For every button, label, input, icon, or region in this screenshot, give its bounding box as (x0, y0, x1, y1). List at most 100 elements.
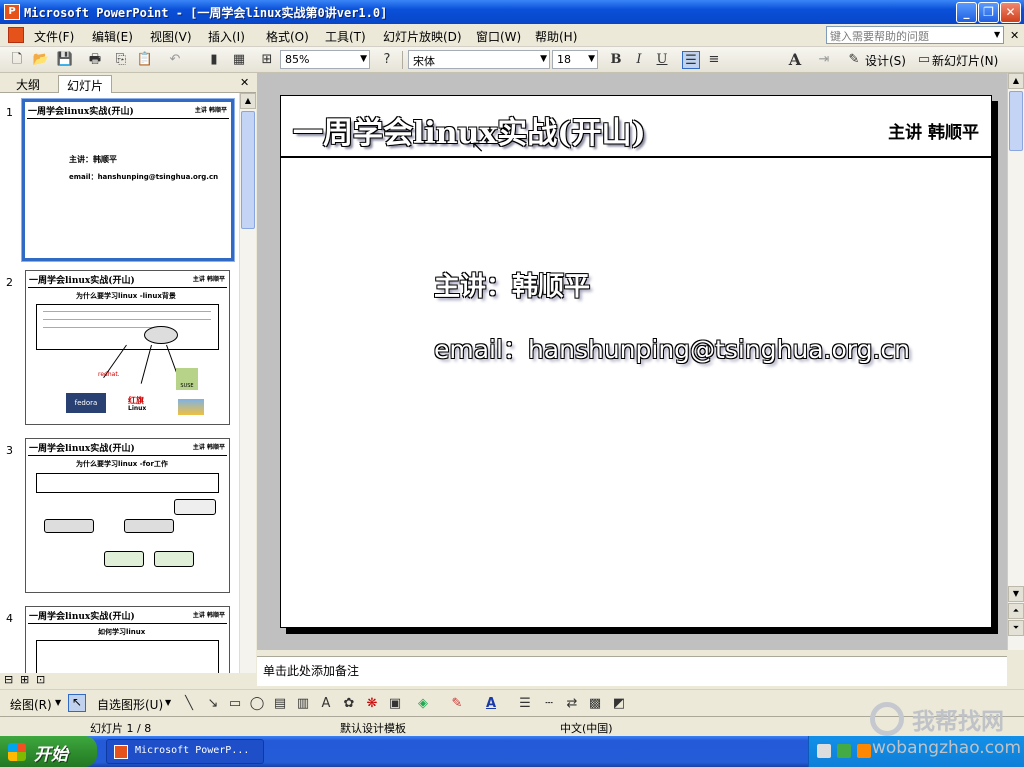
menu-slideshow[interactable]: 幻灯片放映(D) (383, 28, 462, 45)
autoshape-menu[interactable]: 自选图形(U) (97, 696, 163, 713)
align-left-icon[interactable]: ☰ (682, 51, 700, 69)
undo-icon[interactable]: ↶ (166, 51, 184, 69)
scroll-down-icon[interactable]: ▼ (1008, 586, 1024, 602)
arrow-icon[interactable]: ↘ (204, 695, 222, 713)
toolbar: 🗋 📂 💾 🖶 ⎘ 📋 ↶ ▮ ▦ ⊞ 85% ▼ ? 宋体 ▼ 18 ▼ B I U… (0, 47, 1024, 73)
close-button[interactable]: ✕ (1000, 2, 1021, 23)
textbox-icon[interactable]: ▤ (271, 695, 289, 713)
slide-scrollbar[interactable]: ▲ ▼ ⏶ ⏷ (1007, 73, 1024, 650)
underline-button[interactable]: U (653, 51, 671, 69)
font-icon[interactable]: A (786, 51, 804, 69)
table-icon[interactable]: ▦ (230, 51, 248, 69)
scroll-up-icon[interactable]: ▲ (1008, 73, 1024, 89)
next-slide-icon[interactable]: ⏷ (1008, 620, 1024, 636)
flow-box (124, 519, 174, 533)
select-pointer-icon[interactable]: ↖ (68, 694, 86, 712)
thumbnail-title: 一周学会linux实战(开山) (29, 612, 135, 622)
wordart-icon[interactable]: A (317, 695, 335, 713)
menu-view[interactable]: 视图(V) (150, 28, 192, 45)
slide-title[interactable]: 一周学会linux实战(开山) (293, 108, 646, 152)
start-button[interactable]: 开始 (0, 736, 97, 767)
open-icon[interactable]: 📂 (32, 51, 50, 69)
arrow-style-icon[interactable]: ⇄ (563, 695, 581, 713)
close-pane-icon[interactable]: ✕ (240, 76, 249, 89)
tab-outline[interactable]: 大纲 (8, 75, 48, 93)
previous-slide-icon[interactable]: ⏶ (1008, 603, 1024, 619)
slide-thumbnail-1[interactable]: 一周学会linux实战(开山) 主讲 韩顺平 主讲：韩顺平 email：hans… (21, 98, 235, 262)
normal-view-icon[interactable]: ⊟ (4, 673, 13, 686)
help-icon[interactable]: ? (378, 51, 396, 69)
slide-speaker[interactable]: 主讲 韩顺平 (888, 118, 979, 143)
line-color-icon[interactable]: ✎ (448, 695, 466, 713)
line-icon[interactable]: ╲ (180, 695, 198, 713)
restore-button[interactable]: ❐ (978, 2, 999, 23)
help-search-input[interactable]: 键入需要帮助的问题 (826, 26, 1004, 44)
clipart-icon[interactable]: ❋ (363, 695, 381, 713)
design-icon[interactable]: ✎ (845, 51, 863, 69)
chevron-down-icon: ▼ (588, 54, 595, 64)
bold-button[interactable]: B (607, 51, 625, 69)
line-style-icon[interactable]: ☰ (516, 695, 534, 713)
taskbar-powerpoint[interactable]: Microsoft PowerP... (106, 739, 264, 764)
slide-thumbnail-3[interactable]: 一周学会linux实战(开山) 主讲 韩顺平 为什么要学习linux -for工… (25, 438, 230, 593)
title-bar[interactable]: P Microsoft PowerPoint - [一周学会linux实战第0讲… (0, 0, 1024, 24)
grid-icon[interactable]: ⊞ (258, 51, 276, 69)
tab-slides[interactable]: 幻灯片 (58, 75, 113, 93)
minimize-button[interactable]: _ (956, 2, 977, 23)
new-slide-button[interactable]: 新幻灯片(N) (932, 52, 998, 69)
close-document-icon[interactable]: ✕ (1010, 29, 1019, 42)
slide-email[interactable]: email：hanshunping@tsinghua.org.cn (434, 330, 910, 366)
new-document-icon[interactable]: 🗋 (8, 51, 26, 69)
3d-style-icon[interactable]: ◩ (610, 695, 628, 713)
scroll-thumb[interactable] (241, 111, 255, 229)
diagram-icon[interactable]: ✿ (340, 695, 358, 713)
dash-style-icon[interactable]: ┄ (540, 695, 558, 713)
tray-icon[interactable] (817, 744, 831, 758)
rectangle-icon[interactable]: ▭ (226, 695, 244, 713)
font-color-icon[interactable]: A (482, 695, 500, 713)
design-button[interactable]: 设计(S) (865, 52, 906, 69)
font-select[interactable]: 宋体 ▼ (408, 50, 550, 69)
fill-color-icon[interactable]: ◈ (414, 695, 432, 713)
picture-icon[interactable]: ▣ (386, 695, 404, 713)
menu-edit[interactable]: 编辑(E) (92, 28, 133, 45)
slideshow-icon[interactable]: ⊡ (36, 673, 45, 686)
chevron-down-icon: ▼ (55, 698, 62, 707)
thumbnail-scrollbar[interactable]: ▲ (239, 93, 256, 673)
copy-icon[interactable]: ⎘ (112, 51, 130, 69)
tray-icon[interactable] (837, 744, 851, 758)
menu-window[interactable]: 窗口(W) (476, 28, 521, 45)
shadow-icon[interactable]: ▩ (586, 695, 604, 713)
new-slide-icon[interactable]: ▭ (915, 51, 933, 69)
draw-menu[interactable]: 绘图(R) (10, 696, 52, 713)
scroll-thumb[interactable] (1009, 91, 1023, 151)
menu-insert[interactable]: 插入(I) (208, 28, 245, 45)
paste-icon[interactable]: 📋 (136, 51, 154, 69)
print-icon[interactable]: 🖶 (86, 51, 104, 69)
slide-lecturer[interactable]: 主讲：韩顺平 (434, 266, 590, 303)
notes-pane[interactable]: 单击此处添加备注 (257, 656, 1007, 686)
scroll-up-icon[interactable]: ▲ (240, 93, 256, 109)
save-icon[interactable]: 💾 (56, 51, 74, 69)
thumbnail-textbox (36, 304, 219, 350)
help-dropdown-icon[interactable]: ▼ (994, 30, 1000, 39)
vertical-textbox-icon[interactable]: ▥ (294, 695, 312, 713)
flow-box (174, 499, 216, 515)
slide-thumbnail-4[interactable]: 一周学会linux实战(开山) 主讲 韩顺平 如何学习linux (25, 606, 230, 674)
menu-format[interactable]: 格式(O) (266, 28, 309, 45)
italic-button[interactable]: I (630, 51, 648, 69)
document-icon[interactable] (8, 27, 24, 43)
oval-icon[interactable]: ◯ (248, 695, 266, 713)
zoom-select[interactable]: 85% ▼ (280, 50, 370, 69)
slide-sorter-icon[interactable]: ⊞ (20, 673, 29, 686)
chart-icon[interactable]: ▮ (205, 51, 223, 69)
align-center-icon[interactable]: ≡ (705, 51, 723, 69)
menu-file[interactable]: 文件(F) (34, 28, 74, 45)
menu-help[interactable]: 帮助(H) (535, 28, 577, 45)
font-size-select[interactable]: 18 ▼ (552, 50, 598, 69)
slide-canvas[interactable]: 一周学会linux实战(开山) 主讲 韩顺平 主讲：韩顺平 email：hans… (280, 95, 993, 628)
indent-icon[interactable]: ⇥ (815, 51, 833, 69)
powerpoint-icon[interactable]: P (4, 4, 20, 20)
menu-tools[interactable]: 工具(T) (325, 28, 366, 45)
slide-thumbnail-2[interactable]: 一周学会linux实战(开山) 主讲 韩顺平 为什么要学习linux -linu… (25, 270, 230, 425)
